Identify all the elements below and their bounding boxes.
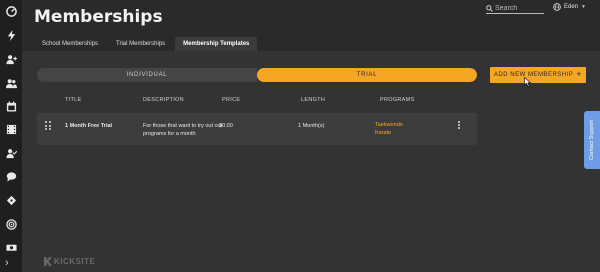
toggle-trial[interactable]: TRIAL — [257, 68, 477, 82]
page-title: Memberships — [34, 7, 163, 27]
add-new-membership-button[interactable]: ADD NEW MEMBERSHIP + — [490, 67, 586, 83]
tab-membership-templates[interactable]: Membership Templates — [175, 37, 258, 51]
row-program[interactable]: Taekwondo — [375, 122, 403, 128]
content-panel — [22, 51, 600, 272]
column-header-description: DESCRIPTION — [143, 97, 184, 103]
tab-bar: School Memberships Trial Memberships Mem… — [34, 37, 258, 51]
ticket-icon[interactable] — [4, 193, 18, 207]
row-title: 1 Month Free Trial — [65, 123, 113, 129]
row-program[interactable]: Karate — [375, 130, 391, 136]
logo-text: KICKSITE — [54, 257, 96, 266]
user-menu[interactable]: Eden ▼ — [553, 3, 586, 11]
add-user-icon[interactable] — [4, 52, 18, 66]
row-price: $0.00 — [219, 123, 233, 129]
search-input[interactable] — [495, 4, 543, 12]
dashboard-icon[interactable] — [4, 4, 18, 18]
drag-handle-icon[interactable] — [45, 121, 51, 130]
column-header-programs: PROGRAMS — [380, 97, 415, 103]
row-description: For those that want to try out our progr… — [143, 123, 223, 137]
column-header-length: LENGTH — [301, 97, 326, 103]
table-row[interactable]: 1 Month Free Trial For those that want t… — [37, 113, 477, 145]
kicksite-logo: KICKSITE — [44, 257, 95, 266]
sidebar: › — [0, 0, 22, 272]
type-toggle[interactable]: INDIVIDUAL TRIAL — [37, 68, 477, 82]
column-header-price: PRICE — [222, 97, 241, 103]
search-bar[interactable] — [486, 3, 544, 14]
user-name: Eden — [564, 4, 579, 10]
contact-support-label: Contact Support — [589, 120, 595, 160]
users-icon[interactable] — [4, 76, 18, 90]
search-icon — [486, 4, 493, 12]
chevron-down-icon: ▼ — [581, 4, 586, 10]
column-header-title: TITLE — [65, 97, 82, 103]
add-button-label: ADD NEW MEMBERSHIP — [493, 72, 574, 78]
lightning-icon[interactable] — [4, 28, 18, 42]
row-length: 1 Month(s) — [298, 123, 325, 129]
calendar-icon[interactable] — [4, 99, 18, 113]
target-icon[interactable] — [4, 217, 18, 231]
mouse-cursor-icon — [524, 77, 532, 87]
chat-icon[interactable] — [4, 169, 18, 183]
logo-mark-icon — [44, 257, 52, 266]
toggle-individual[interactable]: INDIVIDUAL — [37, 68, 257, 82]
avatar-icon — [553, 3, 561, 11]
plus-icon: + — [576, 69, 583, 79]
contact-support-button[interactable]: Contact Support — [584, 111, 600, 169]
user-check-icon[interactable] — [4, 146, 18, 160]
expand-icon[interactable]: › — [5, 257, 9, 269]
more-options-icon[interactable] — [458, 121, 460, 129]
film-icon[interactable] — [4, 122, 18, 136]
tab-trial-memberships[interactable]: Trial Memberships — [108, 37, 173, 51]
tab-school-memberships[interactable]: School Memberships — [34, 37, 106, 51]
money-icon[interactable] — [4, 240, 18, 254]
